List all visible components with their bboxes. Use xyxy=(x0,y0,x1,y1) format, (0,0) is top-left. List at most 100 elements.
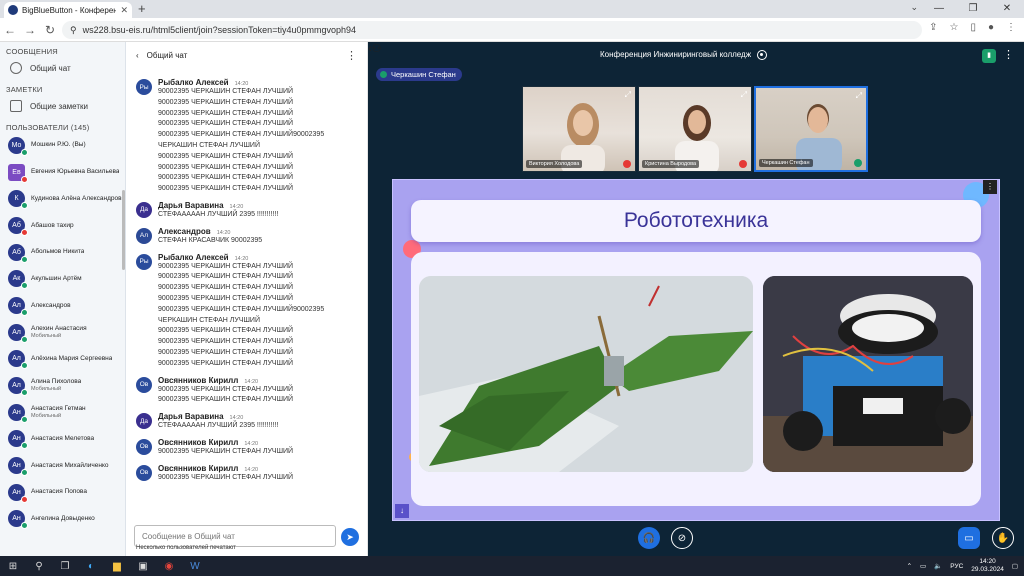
slide-options-icon[interactable]: ⋮ xyxy=(983,180,997,194)
user-list-item[interactable]: Ал Алёхина Мария Сергеевна xyxy=(0,346,125,373)
site-info-icon[interactable]: ⚲ xyxy=(70,25,77,36)
user-list-item[interactable]: Аб Абольмов Никита xyxy=(0,239,125,266)
chat-message-input[interactable] xyxy=(134,525,336,547)
browser-tab[interactable]: BigBlueButton - Конферен... ✕ xyxy=(4,2,132,18)
user-list-item[interactable]: Ан Анастасия Михайличенко xyxy=(0,452,125,479)
task-view-icon[interactable]: ❐ xyxy=(52,561,78,572)
reload-icon[interactable]: ↻ xyxy=(40,23,60,37)
maximize-icon[interactable]: ❐ xyxy=(956,0,990,18)
url-text: ws228.bsu-eis.ru/html5client/join?sessio… xyxy=(82,25,356,35)
user-list-item[interactable]: Ан Анастасия Мелетова xyxy=(0,426,125,453)
user-list-item[interactable]: Ал Алехин Анастасия Мобильный xyxy=(0,319,125,346)
user-name-text: Ангелина Довыденко xyxy=(31,515,95,523)
chrome-icon[interactable]: ◉ xyxy=(156,561,182,572)
user-list-scrollbar[interactable] xyxy=(122,190,125,270)
camera-off-button[interactable]: ⊘ xyxy=(671,527,693,549)
message-header: Овсянников Кирилл 14:20 xyxy=(158,376,350,385)
store-icon[interactable]: ▣ xyxy=(130,561,156,572)
user-name: Абашов тахир xyxy=(31,222,74,230)
message-author: Дарья Варавина xyxy=(158,200,224,210)
share-icon[interactable]: ⇪ xyxy=(929,22,937,33)
toggle-userlist-icon[interactable]: ‹⚇ xyxy=(368,43,382,55)
talking-indicator[interactable]: Черкашин Стефан xyxy=(376,68,462,81)
fullscreen-icon[interactable]: ⤢ xyxy=(741,90,747,100)
robot-car-photo xyxy=(763,276,973,472)
message-author: Дарья Варавина xyxy=(158,412,224,422)
screen-share-button[interactable]: ▭ xyxy=(958,527,980,549)
chat-message: Ры Рыбалко Алексей 14:20 90002395 ЧЕРКАШИН … xyxy=(126,251,358,374)
user-name-text: Кудинова Алёна Александровна xyxy=(31,194,125,202)
close-tab-icon[interactable]: ✕ xyxy=(120,5,128,16)
forward-icon[interactable]: → xyxy=(20,23,40,37)
user-list-item[interactable]: К Кудинова Алёна Александровна xyxy=(0,185,125,212)
user-name-text: Евгения Юрьевна Васильева xyxy=(31,168,120,176)
profile-icon[interactable]: ● xyxy=(988,22,994,33)
avatar-initials: Аб xyxy=(12,221,21,229)
user-list-item[interactable]: Мо Мошкин Р.Ю. (Вы) xyxy=(0,132,125,159)
fullscreen-icon[interactable]: ⤢ xyxy=(856,91,862,101)
sidebar-toggle-icon[interactable]: ▯ xyxy=(970,22,976,33)
fullscreen-icon[interactable]: ⤢ xyxy=(625,90,631,100)
word-icon[interactable]: W xyxy=(182,561,208,572)
start-icon[interactable]: ⊞ xyxy=(0,561,26,572)
user-list-item[interactable]: Ев Евгения Юрьевна Васильева xyxy=(0,159,125,186)
window-controls: — ❐ ✕ xyxy=(922,0,1024,18)
muted-mic-icon xyxy=(739,160,747,168)
user-name: Кудинова Алёна Александровна xyxy=(31,195,125,203)
network-icon[interactable]: ▭ xyxy=(920,562,926,570)
user-avatar: Ан xyxy=(8,430,28,450)
user-list-item[interactable]: Ак Акульшин Артём xyxy=(0,265,125,292)
shared-notes-label: Общие заметки xyxy=(30,101,88,111)
video-tile[interactable]: Виктория Холодова ⤢ xyxy=(522,86,636,172)
user-list-item[interactable]: Ан Анастасия Гетман Мобильный xyxy=(0,399,125,426)
user-name: Алина Пихолова Мобильный xyxy=(31,378,81,392)
clock[interactable]: 14:20 29.03.2024 xyxy=(971,558,1004,574)
tab-title: BigBlueButton - Конферен... xyxy=(22,5,117,15)
close-window-icon[interactable]: ✕ xyxy=(990,0,1024,18)
notifications-icon[interactable]: ▢ xyxy=(1012,562,1018,570)
listen-only-icon xyxy=(21,389,28,397)
connection-status-icon[interactable]: ▮ xyxy=(982,49,996,63)
headphones-button[interactable]: 🎧 xyxy=(638,527,660,549)
public-chat-item[interactable]: Общий чат xyxy=(0,56,125,80)
new-tab-icon[interactable]: + xyxy=(138,1,146,16)
user-list-item[interactable]: Аб Абашов тахир xyxy=(0,212,125,239)
tray-arrow-icon[interactable]: ⌃ xyxy=(907,562,912,570)
options-menu-icon[interactable]: ⋮ xyxy=(1003,48,1014,61)
message-time: 14:20 xyxy=(234,255,249,262)
volume-icon[interactable]: 🔈 xyxy=(934,562,942,570)
video-tile-active[interactable]: Черкашин Стефан ⤢ xyxy=(754,86,868,172)
menu-icon[interactable]: ⋮ xyxy=(1006,22,1016,33)
user-list-item[interactable]: Ал Александров xyxy=(0,292,125,319)
chat-icon xyxy=(10,62,22,74)
chat-options-icon[interactable]: ⋮ xyxy=(346,49,357,62)
shared-notes-item[interactable]: Общие заметки xyxy=(0,94,125,118)
listen-only-icon xyxy=(21,255,28,263)
send-message-button[interactable]: ➤ xyxy=(341,528,359,546)
user-name: Абольмов Никита xyxy=(31,248,84,256)
message-author: Овсянников Кирилл xyxy=(158,463,239,473)
robot-wing-image xyxy=(419,276,753,472)
record-indicator-icon[interactable] xyxy=(757,50,767,60)
edge-icon[interactable]: ◐ xyxy=(78,561,104,572)
video-tile[interactable]: Кристина Выродова ⤢ xyxy=(638,86,752,172)
search-icon[interactable]: ⚲ xyxy=(26,561,52,572)
raise-hand-button[interactable]: ✋ xyxy=(992,527,1014,549)
download-icon[interactable]: ↓ xyxy=(395,504,409,518)
user-list-item[interactable]: Ан Анастасия Попова xyxy=(0,479,125,506)
chat-back-icon[interactable]: ‹ xyxy=(136,51,139,60)
user-list-item[interactable]: Ал Алина Пихолова Мобильный xyxy=(0,372,125,399)
user-name: Анастасия Мелетова xyxy=(31,435,94,443)
user-name-text: Анастасия Попова xyxy=(31,488,87,496)
user-list-item[interactable]: Ан Ангелина Довыденко xyxy=(0,506,125,533)
minimize-icon[interactable]: — xyxy=(922,0,956,18)
user-name-text: Анастасия Мелетова xyxy=(31,435,95,442)
language-indicator[interactable]: РУС xyxy=(950,563,963,570)
user-avatar: Ан xyxy=(8,457,28,477)
audio-controls: 🎧 xyxy=(638,527,660,549)
explorer-icon[interactable]: ▆ xyxy=(104,561,130,572)
url-bar[interactable]: ⚲ ws228.bsu-eis.ru/html5client/join?sess… xyxy=(62,21,922,39)
tab-search-icon[interactable]: ⌄ xyxy=(910,2,918,13)
bookmark-star-icon[interactable]: ☆ xyxy=(949,22,958,33)
back-icon[interactable]: ← xyxy=(0,23,20,37)
